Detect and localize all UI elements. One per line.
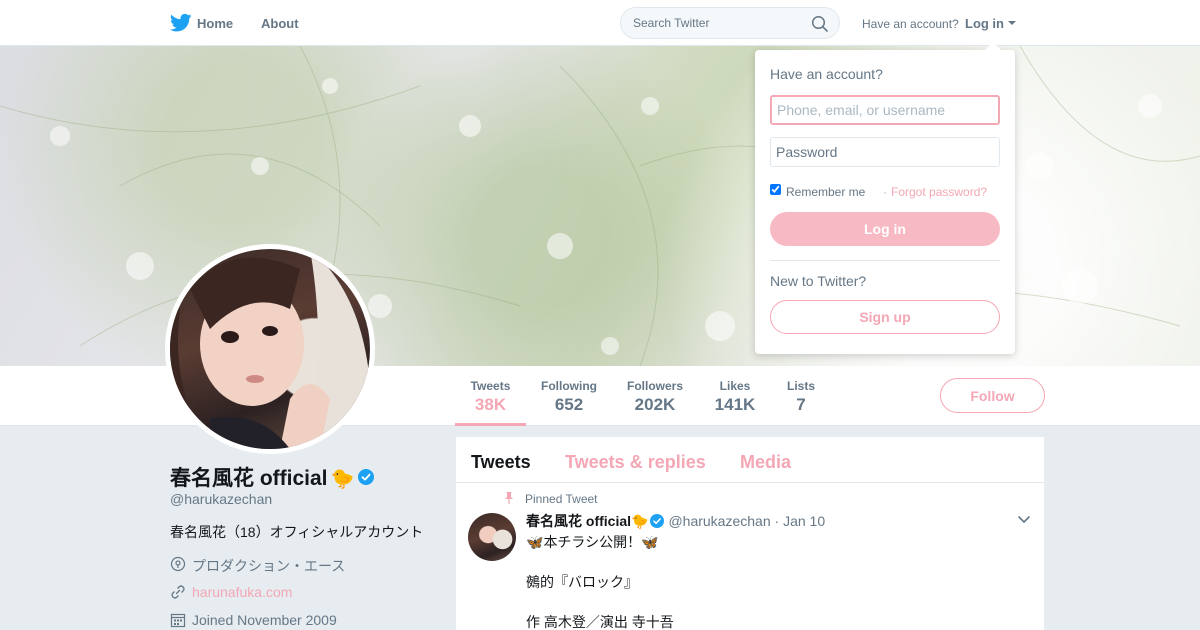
top-nav-bar: Home About Have an account? Log in <box>0 0 1200 46</box>
profile-handle[interactable]: @harukazechan <box>170 491 272 507</box>
joined-text: Joined November 2009 <box>192 612 337 628</box>
forgot-password-link[interactable]: Forgot password? <box>891 185 987 199</box>
stat-value: 202K <box>634 395 676 414</box>
tweet-author-name[interactable]: 春名風花 official <box>526 513 631 529</box>
remember-me-label[interactable]: Remember me <box>786 185 865 199</box>
link-icon <box>171 585 185 599</box>
timeline-tabs: Tweets Tweets & replies Media <box>456 437 1044 483</box>
login-submit-button[interactable]: Log in <box>770 212 1000 246</box>
calendar-icon <box>170 613 186 628</box>
tweet-text-line: 作 高木登／演出 寺十吾 <box>526 614 674 630</box>
tweet-header: 春名風花 official🐤 @harukazechan · Jan 10 <box>526 511 825 531</box>
search-box <box>620 7 840 39</box>
login-dropdown-toggle[interactable]: Log in <box>965 16 1004 31</box>
butterfly-emoji: 🦋 <box>526 534 544 550</box>
chevron-down-icon[interactable] <box>1017 515 1031 525</box>
tab-tweets-and-replies[interactable]: Tweets & replies <box>565 452 706 473</box>
username-input[interactable] <box>770 95 1000 125</box>
tweet-separator: · <box>774 513 780 529</box>
search-icon[interactable] <box>811 15 829 33</box>
tweet-avatar[interactable] <box>468 513 516 561</box>
website-link[interactable]: harunafuka.com <box>192 584 292 600</box>
verified-badge-icon <box>650 513 665 528</box>
twitter-bird-icon[interactable] <box>170 13 192 33</box>
verified-badge-icon <box>358 469 375 486</box>
tweet-timestamp[interactable]: Jan 10 <box>783 513 825 529</box>
tab-media[interactable]: Media <box>740 452 791 473</box>
dropdown-arrow <box>985 42 1001 50</box>
location-text: プロダクション・エース <box>192 558 346 574</box>
chick-emoji: 🐤 <box>330 469 355 490</box>
stat-followers[interactable]: Followers 202K <box>622 366 688 426</box>
password-input[interactable] <box>770 137 1000 167</box>
stat-lists[interactable]: Lists 7 <box>782 366 820 426</box>
pin-icon <box>505 492 513 504</box>
stat-value: 652 <box>554 395 584 414</box>
stat-label: Followers <box>626 379 683 393</box>
butterfly-emoji: 🦋 <box>641 534 659 550</box>
login-dropdown: Have an account? Remember me · Forgot pa… <box>755 42 1015 354</box>
stat-label: Tweets <box>470 379 511 393</box>
profile-avatar[interactable] <box>165 244 375 454</box>
stat-likes[interactable]: Likes 141K <box>708 366 762 426</box>
remember-separator: · <box>883 185 887 199</box>
login-dropdown-title: Have an account? <box>770 66 883 82</box>
remember-me-checkbox[interactable] <box>770 184 781 195</box>
profile-name[interactable]: 春名風花 official 🐤 <box>170 462 375 492</box>
stat-value: 141K <box>714 395 756 414</box>
dropdown-divider <box>770 260 1000 261</box>
stat-tweets[interactable]: Tweets 38K <box>455 366 526 426</box>
profile-name-text: 春名風花 official <box>170 467 328 490</box>
new-to-twitter-label: New to Twitter? <box>770 273 867 289</box>
tweet-text-line: 🦋本チラシ公開！🦋 <box>526 532 659 552</box>
follow-button[interactable]: Follow <box>940 378 1045 413</box>
stat-label: Likes <box>719 379 751 393</box>
search-input[interactable] <box>633 14 813 32</box>
tab-tweets[interactable]: Tweets <box>471 452 531 473</box>
tweet-timeline: Tweets Tweets & replies Media Pinned Twe… <box>456 437 1044 630</box>
avatar-portrait <box>170 249 370 449</box>
nav-home-link[interactable]: Home <box>197 16 233 31</box>
signup-button[interactable]: Sign up <box>770 300 1000 334</box>
chevron-down-icon[interactable] <box>1008 21 1016 25</box>
location-pin-icon <box>170 556 186 572</box>
stat-label: Lists <box>786 379 815 393</box>
tweet-author-handle[interactable]: @harukazechan <box>668 513 770 529</box>
pinned-tweet-label: Pinned Tweet <box>525 492 598 506</box>
stat-value: 7 <box>796 395 806 414</box>
profile-bio: 春名風花（18）オフィシャルアカウント <box>170 524 424 540</box>
have-account-label: Have an account? <box>862 17 959 31</box>
stat-label: Following <box>541 379 597 393</box>
tweet-text-line: 鵺的『バロック』 <box>526 574 638 590</box>
nav-about-link[interactable]: About <box>261 16 299 31</box>
tweet-text: 本チラシ公開！ <box>543 534 642 550</box>
stat-following[interactable]: Following 652 <box>536 366 602 426</box>
stat-value: 38K <box>474 395 507 414</box>
chick-emoji: 🐤 <box>631 513 649 529</box>
